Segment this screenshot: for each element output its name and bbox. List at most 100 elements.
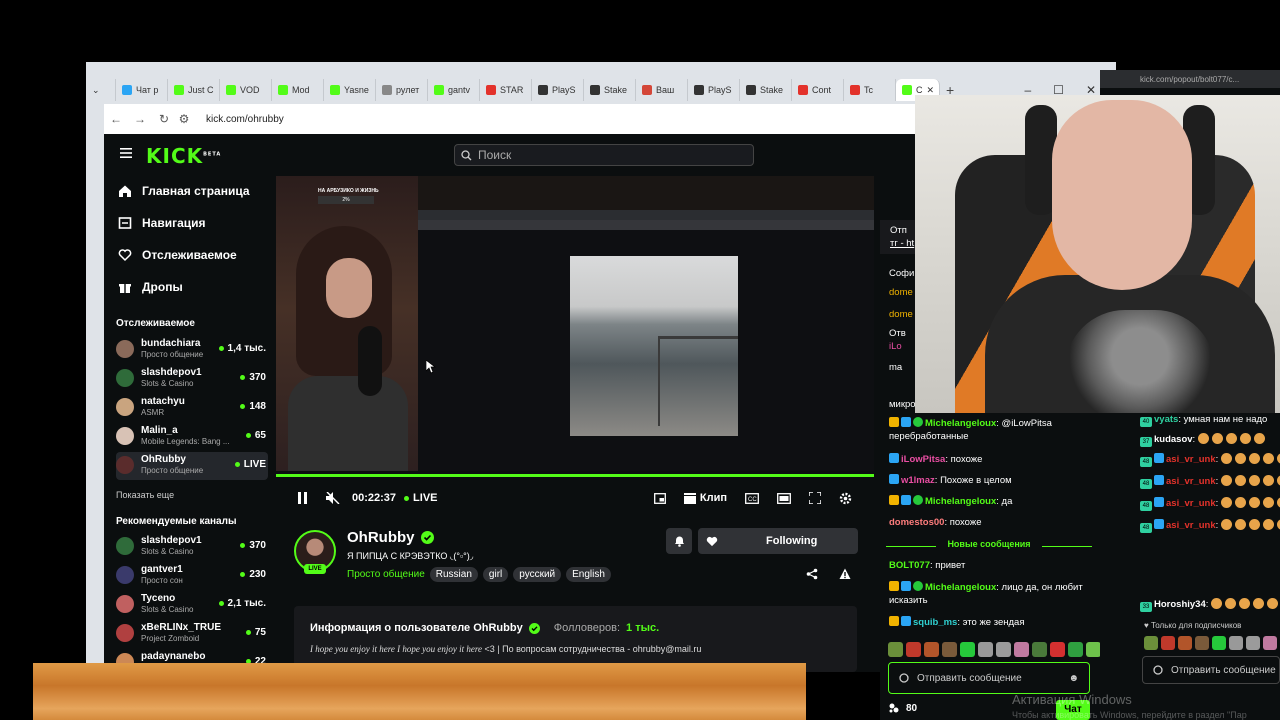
popout-username[interactable]: asi_vr_unk bbox=[1166, 520, 1216, 531]
channel-name[interactable]: OhRubby bbox=[347, 529, 415, 546]
popout-username[interactable]: asi_vr_unk bbox=[1166, 454, 1216, 465]
sidebar-channel[interactable]: natachyu ASMR 148 bbox=[116, 394, 268, 422]
chat-message[interactable]: BOLT077: привет bbox=[889, 559, 1094, 572]
emote-icon[interactable] bbox=[942, 642, 957, 657]
chat-message[interactable]: Michelangeloux: да bbox=[889, 495, 1094, 508]
popout-username[interactable]: kudasov bbox=[1154, 434, 1193, 445]
browser-tab[interactable]: Tc bbox=[844, 79, 896, 101]
search-input[interactable]: Поиск bbox=[454, 144, 754, 166]
browser-tab[interactable]: STAR bbox=[480, 79, 532, 101]
stream-category-link[interactable]: Просто общение bbox=[347, 569, 425, 580]
emote-icon[interactable] bbox=[888, 642, 903, 657]
emote-icon[interactable] bbox=[906, 642, 921, 657]
emote-icon[interactable] bbox=[1161, 636, 1175, 650]
sidebar-channel[interactable]: slashdepov1 Slots & Casino 370 bbox=[116, 533, 268, 561]
chat-message[interactable]: Michelangeloux: лицо да, он любит искази… bbox=[889, 581, 1094, 607]
emote-icon[interactable] bbox=[960, 642, 975, 657]
emote-icon[interactable] bbox=[1068, 642, 1083, 657]
sidebar-channel[interactable]: bundachiara Просто общение 1,4 тыс. bbox=[116, 336, 268, 364]
nav-home[interactable]: Главная страница bbox=[118, 184, 250, 198]
emote-icon[interactable] bbox=[924, 642, 939, 657]
show-more-link[interactable]: Показать еще bbox=[116, 490, 174, 500]
chat-username[interactable]: domestos00 bbox=[889, 517, 944, 528]
chat-username[interactable]: BOLT077 bbox=[889, 560, 930, 571]
stream-tag[interactable]: Russian bbox=[429, 567, 478, 582]
stream-tag[interactable]: girl bbox=[482, 567, 509, 582]
popout-chat-message[interactable]: 48 asi_vr_unk: bbox=[1140, 519, 1280, 533]
browser-tab[interactable]: Mod bbox=[272, 79, 324, 101]
following-button[interactable]: Following bbox=[698, 528, 858, 554]
sidebar-channel[interactable]: slashdepov1 Slots & Casino 370 bbox=[116, 365, 268, 393]
emote-icon[interactable] bbox=[1032, 642, 1047, 657]
chat-username[interactable]: squib_ms bbox=[913, 617, 957, 628]
browser-tab[interactable]: PlayS bbox=[532, 79, 584, 101]
stream-tag[interactable]: русский bbox=[513, 567, 562, 582]
sidebar-channel[interactable]: Tyceno Slots & Casino 2,1 тыс. bbox=[116, 591, 268, 619]
browser-tab[interactable]: Ваш bbox=[636, 79, 688, 101]
share-icon[interactable] bbox=[806, 568, 818, 580]
emote-icon[interactable] bbox=[1246, 636, 1260, 650]
emoji-icon[interactable]: ☻ bbox=[1068, 673, 1079, 684]
stream-tag[interactable]: English bbox=[566, 567, 611, 582]
pause-button[interactable] bbox=[298, 492, 308, 504]
channel-points[interactable]: 80 bbox=[906, 703, 917, 714]
popout-username[interactable]: asi_vr_unk bbox=[1166, 498, 1216, 509]
close-tab-icon[interactable]: ✕ bbox=[927, 85, 935, 96]
pinned-message[interactable]: Отп тг - ht bbox=[880, 220, 920, 254]
theatre-mode-icon[interactable] bbox=[777, 492, 791, 504]
chat-message-input[interactable]: Отправить сообщение ☻ bbox=[888, 662, 1090, 694]
sidebar-channel[interactable]: Malin_a Mobile Legends: Bang ... 65 bbox=[116, 423, 268, 451]
captions-icon[interactable]: CC bbox=[745, 492, 759, 504]
browser-tab[interactable]: Cont bbox=[792, 79, 844, 101]
new-messages-divider[interactable]: Новые сообщения bbox=[886, 538, 1092, 552]
forward-icon[interactable]: → bbox=[128, 112, 152, 126]
sidebar-channel[interactable]: OhRubby Просто общение LIVE bbox=[116, 452, 268, 480]
popout-url[interactable]: kick.com/popout/bolt077/c... bbox=[1100, 70, 1280, 88]
emote-icon[interactable] bbox=[1086, 642, 1101, 657]
chat-message[interactable]: iLowPitsa: похоже bbox=[889, 453, 1094, 466]
emote-icon[interactable] bbox=[1014, 642, 1029, 657]
popout-chat-message[interactable]: 48 asi_vr_unk: bbox=[1140, 497, 1280, 511]
nav-following[interactable]: Отслеживаемое bbox=[118, 248, 237, 262]
menu-icon[interactable] bbox=[120, 148, 132, 158]
popout-username[interactable]: asi_vr_unk bbox=[1166, 476, 1216, 487]
browser-tab[interactable]: Just C bbox=[168, 79, 220, 101]
popout-chat-message[interactable]: 40 vyats: умная нам не надо bbox=[1140, 413, 1280, 427]
emote-icon[interactable] bbox=[1195, 636, 1209, 650]
chat-message[interactable]: Michelangeloux: @iLowPitsa перебработанн… bbox=[889, 417, 1094, 443]
mute-button[interactable] bbox=[326, 492, 340, 504]
browser-tab[interactable]: Чат р bbox=[116, 79, 168, 101]
browser-tab[interactable]: рулет bbox=[376, 79, 428, 101]
chat-username[interactable]: w1lmaz bbox=[901, 475, 935, 486]
chat-message[interactable]: domestos00: похоже bbox=[889, 516, 1094, 529]
nav-drops[interactable]: Дропы bbox=[118, 280, 183, 294]
chat-username[interactable]: Michelangeloux bbox=[925, 582, 996, 593]
back-icon[interactable]: ← bbox=[104, 112, 128, 126]
reload-icon[interactable]: ↻ bbox=[152, 112, 176, 126]
browser-tab[interactable]: gantv bbox=[428, 79, 480, 101]
picture-in-picture-icon[interactable] bbox=[653, 492, 666, 504]
settings-gear-icon[interactable] bbox=[839, 492, 852, 505]
sidebar-channel[interactable]: xBeRLINx_TRUE Project Zomboid 75 bbox=[116, 620, 268, 648]
chat-message[interactable]: w1lmaz: Похоже в целом bbox=[889, 474, 1094, 487]
popout-username[interactable]: vyats bbox=[1154, 414, 1178, 425]
browser-tab[interactable]: Stake bbox=[584, 79, 636, 101]
fullscreen-icon[interactable] bbox=[809, 492, 821, 504]
video-player[interactable]: НА АРБУЗИКО И ЖИЗНЬ 2% bbox=[276, 176, 874, 471]
sidebar-channel[interactable]: gantver1 Просто сон 230 bbox=[116, 562, 268, 590]
kick-logo[interactable]: KICKBETA bbox=[146, 144, 221, 168]
popout-chat-message[interactable]: 48 asi_vr_unk: bbox=[1140, 453, 1280, 467]
chat-username[interactable]: Michelangeloux bbox=[925, 418, 996, 429]
chat-username[interactable]: iLowPitsa bbox=[901, 454, 945, 465]
emote-icon[interactable] bbox=[1050, 642, 1065, 657]
video-progress-bar[interactable] bbox=[276, 474, 874, 477]
browser-tab[interactable]: Stake bbox=[740, 79, 792, 101]
report-icon[interactable] bbox=[839, 568, 851, 580]
browser-tab[interactable]: PlayS bbox=[688, 79, 740, 101]
popout-chat-message[interactable]: 33 Horoshiy34: bbox=[1140, 598, 1280, 612]
nav-browse[interactable]: Навигация bbox=[118, 216, 206, 230]
popout-chat-input[interactable]: Отправить сообщение bbox=[1142, 656, 1280, 684]
browser-tab[interactable]: VOD bbox=[220, 79, 272, 101]
emote-icon[interactable] bbox=[996, 642, 1011, 657]
emote-icon[interactable] bbox=[1144, 636, 1158, 650]
